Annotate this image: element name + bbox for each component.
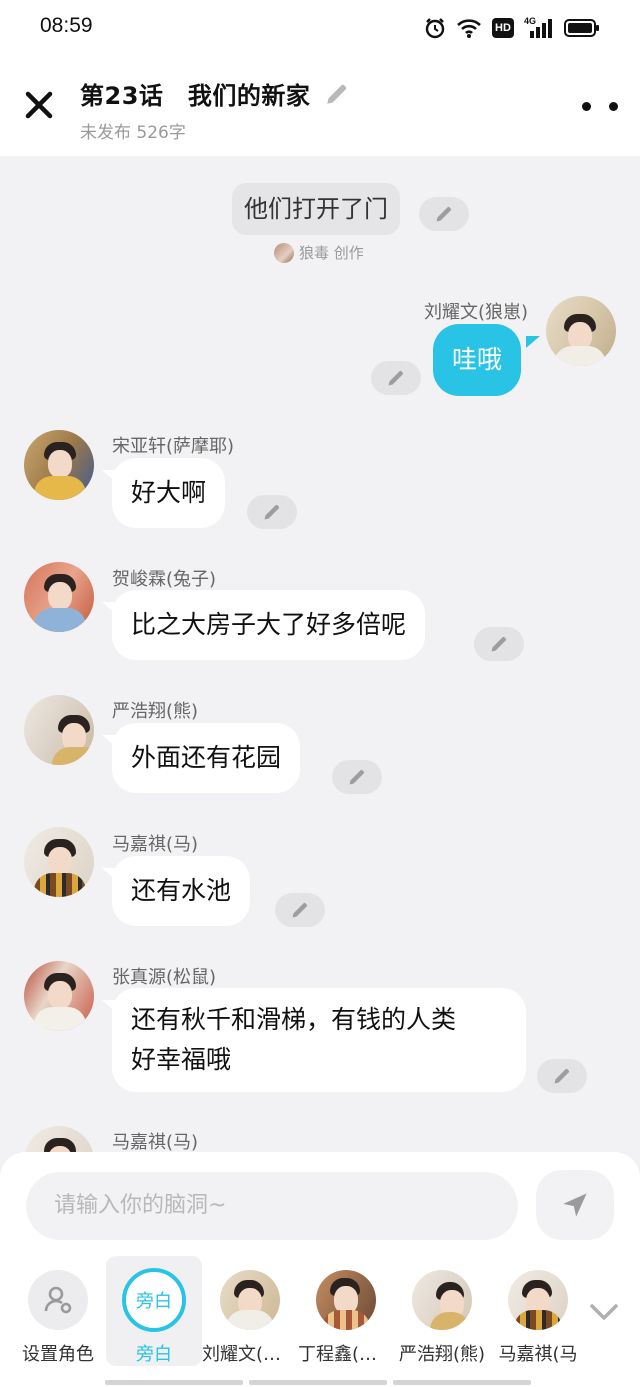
- avatar[interactable]: [24, 961, 94, 1031]
- sender-name: 张真源(松鼠): [112, 967, 217, 988]
- edit-message-button[interactable]: [332, 760, 382, 794]
- role-selector: 设置角色 旁白 旁白 刘耀文(狼… 丁程鑫(狐… 严浩翔(熊) 马嘉祺(马: [0, 1256, 640, 1376]
- hd-label: HD: [492, 18, 514, 38]
- role-item[interactable]: 严浩翔(熊): [394, 1256, 490, 1366]
- bubble-tail: [102, 868, 116, 880]
- bubble-tail: [102, 735, 116, 747]
- chevron-down-icon: [590, 1304, 618, 1320]
- message-bubble[interactable]: 比之大房子大了好多倍呢: [112, 590, 426, 660]
- narration-bubble[interactable]: 他们打开了门: [232, 183, 400, 235]
- role-label: 设置角色: [22, 1344, 94, 1365]
- role-avatar: [508, 1270, 568, 1330]
- edit-narration-button[interactable]: [419, 197, 469, 231]
- edit-title-button[interactable]: [324, 81, 350, 107]
- bubble-tail: [102, 1000, 116, 1012]
- edit-message-button[interactable]: [275, 893, 325, 927]
- avatar[interactable]: [24, 695, 94, 765]
- title-row: 第23话 我们的新家: [80, 76, 350, 111]
- message-input[interactable]: 请输入你的脑洞~: [26, 1172, 518, 1240]
- role-avatar: [316, 1270, 376, 1330]
- message-bubble[interactable]: 好大啊: [112, 458, 226, 528]
- edit-message-button[interactable]: [247, 495, 297, 529]
- edit-message-button[interactable]: [474, 627, 524, 661]
- send-button[interactable]: [536, 1170, 614, 1240]
- wifi-icon: [456, 16, 482, 40]
- role-item-narration[interactable]: 旁白 旁白: [106, 1256, 202, 1366]
- message-bubble[interactable]: 外面还有花园: [112, 723, 301, 793]
- role-label: 刘耀文(狼…: [202, 1344, 298, 1365]
- sender-name: 马嘉祺(马): [112, 834, 199, 855]
- bubble-tail: [102, 602, 116, 614]
- author-line: 狼毒 创作: [274, 242, 364, 263]
- edit-message-button[interactable]: [371, 361, 421, 395]
- status-bar: 08:59 HD 4G: [0, 0, 640, 58]
- pencil-icon: [349, 770, 364, 785]
- author-avatar: [274, 242, 294, 263]
- pencil-icon: [292, 903, 307, 918]
- close-button[interactable]: [22, 88, 56, 122]
- more-dot-icon: [609, 101, 618, 111]
- author-label: 狼毒 创作: [299, 244, 364, 262]
- role-label: 严浩翔(熊): [398, 1344, 486, 1365]
- send-icon: [563, 1193, 587, 1217]
- signal-icon: 4G: [524, 16, 554, 40]
- close-icon: [25, 91, 53, 119]
- pencil-icon: [327, 84, 347, 104]
- message-text-line: 还有秋千和滑梯，有钱的人类: [131, 1005, 457, 1034]
- publish-status: 未发布 526字: [80, 123, 186, 143]
- sender-name: 严浩翔(熊): [112, 701, 199, 722]
- pencil-icon: [491, 637, 506, 652]
- sender-name: 刘耀文(狼崽): [423, 302, 528, 323]
- narration-ring: 旁白: [122, 1268, 186, 1332]
- battery-icon: [564, 16, 600, 40]
- role-settings-icon: [28, 1270, 88, 1330]
- page-title: 第23话 我们的新家: [80, 82, 311, 110]
- hd-icon: HD: [492, 16, 514, 40]
- bubble-tail: [526, 336, 540, 348]
- avatar[interactable]: [546, 296, 616, 366]
- message-bubble[interactable]: 还有秋千和滑梯，有钱的人类 好幸福哦: [112, 988, 526, 1092]
- edit-message-button[interactable]: [537, 1059, 587, 1093]
- bubble-tail: [102, 470, 116, 482]
- bottom-panel: 请输入你的脑洞~ 设置角色 旁白 旁白 刘耀文(狼… 丁程鑫(狐… 严浩翔(熊)…: [0, 1152, 640, 1387]
- header: 第23话 我们的新家 未发布 526字: [0, 58, 640, 156]
- role-item[interactable]: 丁程鑫(狐…: [298, 1256, 394, 1366]
- chat-area[interactable]: 他们打开了门 狼毒 创作 刘耀文(狼崽) 哇哦 宋亚轩(萨摩耶) 好大啊 贺峻霖…: [0, 156, 640, 1156]
- role-item-settings[interactable]: 设置角色: [10, 1256, 106, 1366]
- pencil-icon: [554, 1069, 569, 1084]
- message-text-line: 好幸福哦: [131, 1045, 232, 1074]
- status-time: 08:59: [40, 14, 93, 37]
- role-label: 旁白: [136, 1344, 172, 1365]
- pencil-icon: [388, 371, 403, 386]
- sender-name: 马嘉祺(马): [112, 1132, 199, 1153]
- scroll-indicator: [105, 1380, 531, 1385]
- sender-name: 贺峻霖(兔子): [112, 569, 217, 590]
- status-icons: HD 4G: [424, 16, 600, 40]
- message-bubble[interactable]: 还有水池: [112, 856, 251, 926]
- role-label: 马嘉祺(马: [498, 1344, 578, 1365]
- net-label: 4G: [524, 16, 537, 26]
- message-bubble[interactable]: 哇哦: [433, 324, 522, 396]
- role-avatar: [412, 1270, 472, 1330]
- expand-roles-button[interactable]: [588, 1300, 620, 1324]
- alarm-icon: [424, 16, 446, 40]
- role-item[interactable]: 刘耀文(狼…: [202, 1256, 298, 1366]
- role-item[interactable]: 马嘉祺(马: [490, 1256, 586, 1366]
- more-button[interactable]: [582, 94, 618, 118]
- role-avatar: [220, 1270, 280, 1330]
- more-dot-icon: [582, 101, 591, 111]
- sender-name: 宋亚轩(萨摩耶): [112, 436, 235, 457]
- pencil-icon: [436, 207, 451, 222]
- avatar[interactable]: [24, 827, 94, 897]
- role-label: 丁程鑫(狐…: [298, 1344, 394, 1365]
- pencil-icon: [264, 505, 279, 520]
- avatar[interactable]: [24, 430, 94, 500]
- avatar[interactable]: [24, 562, 94, 632]
